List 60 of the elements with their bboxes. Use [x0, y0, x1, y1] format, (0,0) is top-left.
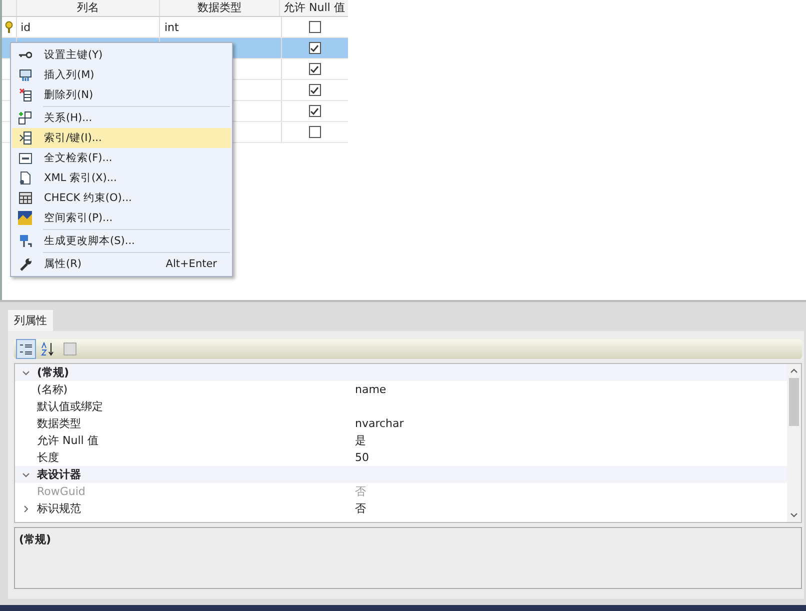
- document-icon: [19, 171, 31, 185]
- menu-item[interactable]: 索引/键(I)...: [12, 128, 231, 148]
- property-name: 数据类型: [37, 416, 82, 431]
- column-name: id: [20, 20, 31, 34]
- menu-item[interactable]: 空间索引(P)...: [12, 208, 231, 228]
- scroll-up-icon[interactable]: [790, 367, 798, 375]
- column-header: 允许 Null 值: [279, 0, 348, 16]
- toolbar-button[interactable]: [16, 339, 36, 359]
- checkbox[interactable]: [308, 84, 321, 96]
- property-name: 允许 Null 值: [37, 433, 100, 448]
- checkbox[interactable]: [308, 21, 321, 33]
- scrollbar-thumb[interactable]: [789, 378, 799, 426]
- scroll-down-icon[interactable]: [790, 511, 798, 519]
- collapse-icon[interactable]: [22, 470, 30, 478]
- menu-item[interactable]: 删除列(N): [12, 85, 231, 105]
- property-name: (常规): [37, 365, 70, 380]
- property-name: 标识规范: [37, 501, 82, 516]
- column-header: 数据类型: [159, 0, 280, 16]
- property-name: (名称): [37, 382, 69, 397]
- property-value[interactable]: 是: [355, 433, 366, 448]
- menu-item[interactable]: XML 索引(X)...: [12, 168, 231, 188]
- sort-icon: [41, 342, 55, 356]
- description-text: (常规): [19, 533, 52, 546]
- menu-item[interactable]: 生成更改脚本(S)...: [12, 231, 231, 251]
- pages-icon: [63, 342, 77, 356]
- menu-item[interactable]: 属性(R) Alt+Enter: [12, 254, 231, 274]
- menu-item[interactable]: 设置主键(Y): [12, 45, 231, 65]
- key-icon: [18, 51, 32, 59]
- expand-icon[interactable]: [22, 504, 30, 512]
- relationship-icon: [18, 111, 32, 125]
- column-header: 列名: [16, 0, 160, 16]
- insert-column-icon: [18, 68, 32, 82]
- property-name: 默认值或绑定: [37, 399, 104, 414]
- index-icon: [18, 131, 32, 145]
- delete-column-icon: [18, 88, 32, 102]
- property-value[interactable]: nvarchar: [355, 417, 404, 430]
- property-value[interactable]: name: [355, 383, 386, 396]
- checkbox[interactable]: [308, 63, 321, 75]
- data-type: int: [164, 20, 179, 34]
- property-name: 长度: [37, 450, 60, 465]
- table-icon: [18, 192, 32, 204]
- map-icon: [18, 211, 32, 225]
- wrench-icon: [18, 258, 32, 270]
- property-value[interactable]: 否: [355, 501, 366, 516]
- categorized-icon: [19, 342, 33, 356]
- checkbox[interactable]: [308, 126, 321, 138]
- checkbox[interactable]: [308, 42, 321, 54]
- checkbox[interactable]: [308, 105, 321, 117]
- properties-tab[interactable]: 列属性: [8, 310, 53, 331]
- property-name: RowGuid: [37, 485, 86, 498]
- collapse-icon[interactable]: [22, 368, 30, 376]
- script-icon: [18, 234, 32, 248]
- property-name: 表设计器: [37, 467, 82, 482]
- menu-item[interactable]: 全文检索(F)...: [12, 148, 231, 168]
- menu-item[interactable]: 关系(H)...: [12, 108, 231, 128]
- fulltext-icon: [18, 152, 32, 164]
- scrollbar[interactable]: [787, 364, 801, 522]
- menu-item[interactable]: CHECK 约束(O)...: [12, 188, 231, 208]
- property-value[interactable]: 50: [355, 451, 369, 464]
- menu-item[interactable]: 插入列(M): [12, 65, 231, 85]
